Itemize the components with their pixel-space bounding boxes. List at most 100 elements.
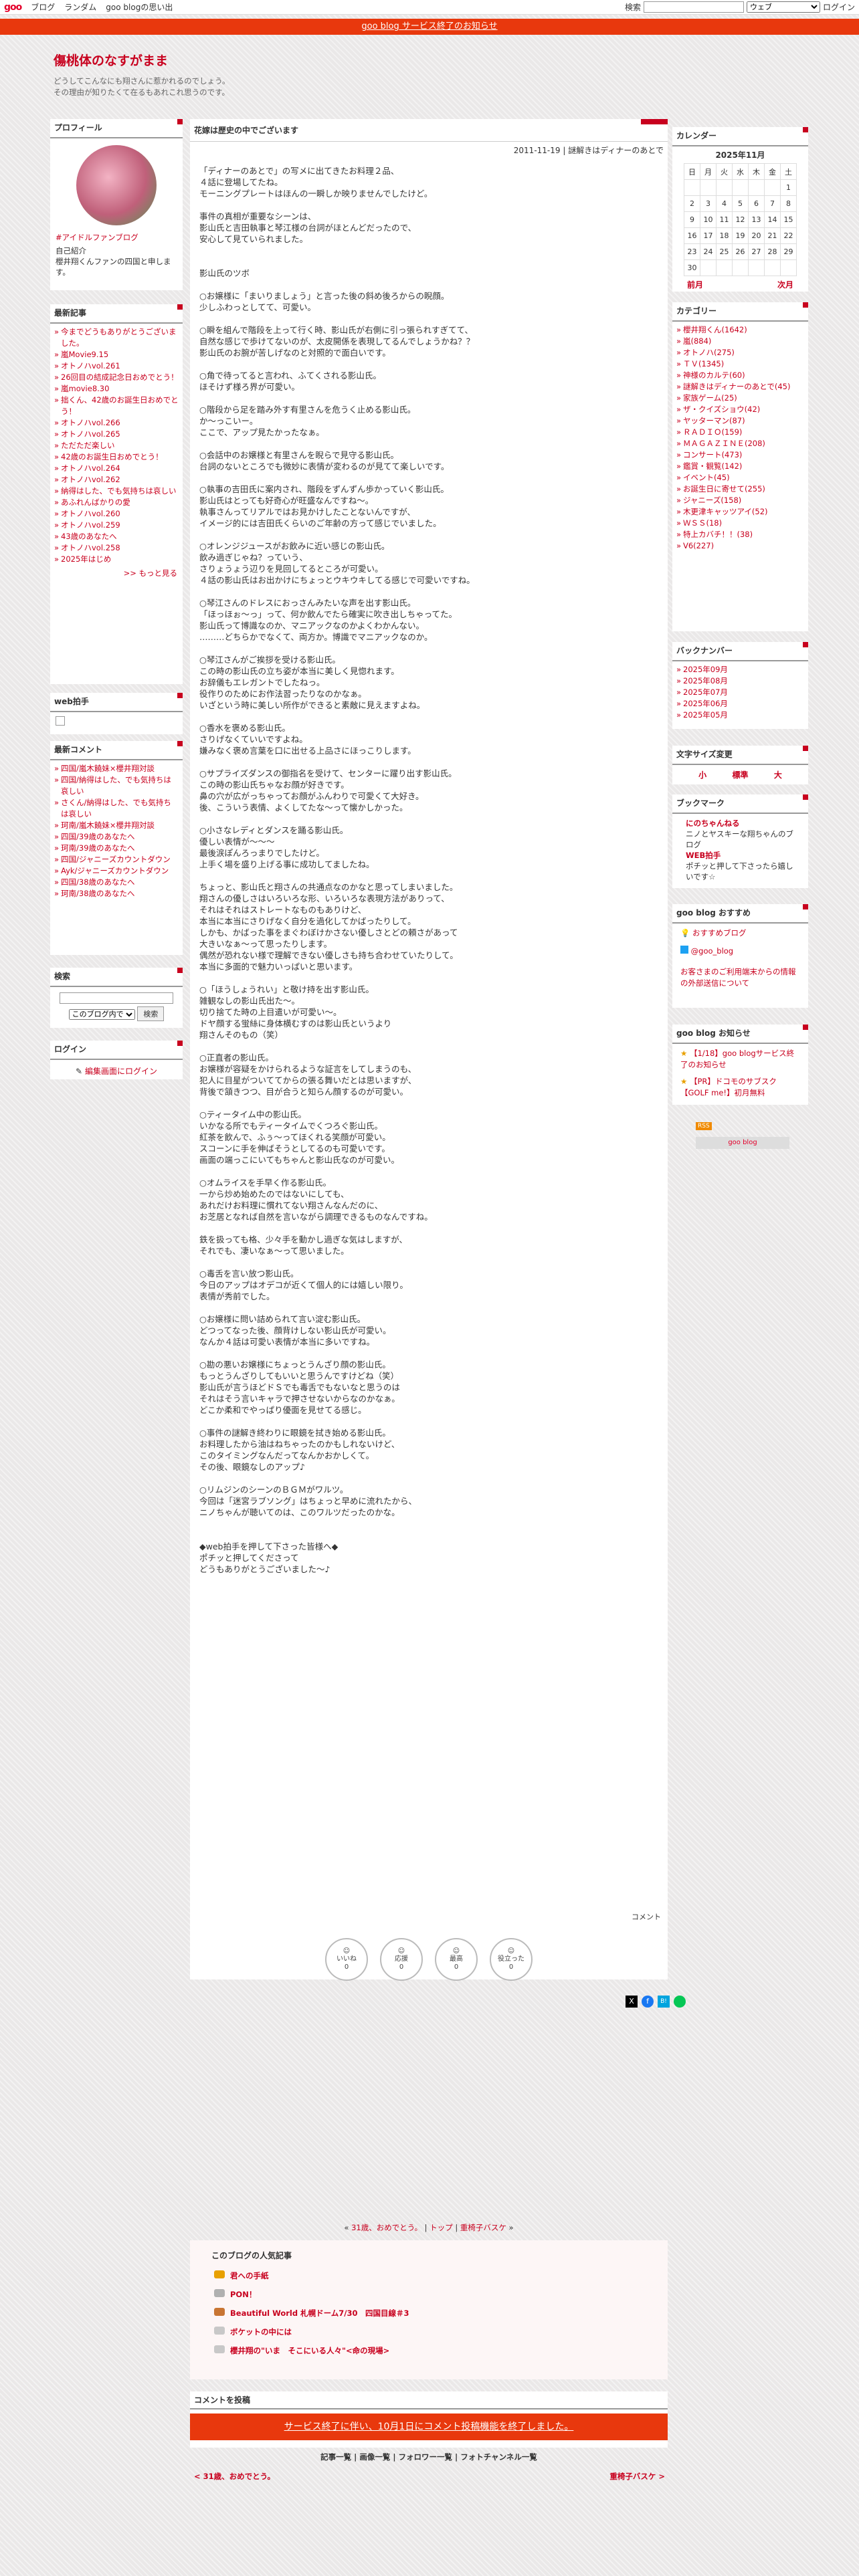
recent-link[interactable]: オトノハvol.261: [61, 361, 120, 370]
login-link[interactable]: ログイン: [823, 1, 855, 13]
comments-link[interactable]: 四国/39歳のあなたへ: [61, 832, 135, 841]
blog-title[interactable]: 傷桃体のなすがまま: [54, 51, 656, 69]
recent-link[interactable]: オトノハvol.260: [61, 509, 120, 518]
comments-link[interactable]: 四国/嵐木饒妹×櫻井翔対談: [61, 764, 155, 773]
categories-item[interactable]: 嵐(884): [676, 336, 804, 347]
popular-item[interactable]: ボケットの中には: [214, 2323, 644, 2341]
categories-link[interactable]: 謎解きはディナーのあとで(45): [683, 382, 790, 391]
comments-item[interactable]: 四国/嵐木饒妹×櫻井翔対談: [54, 763, 179, 774]
post-nav-prev[interactable]: 31歳、おめでとう。: [351, 2223, 422, 2232]
font-large-button[interactable]: 大: [774, 769, 782, 780]
recent-item[interactable]: 2025年はじめ: [54, 554, 179, 565]
rss-icon[interactable]: RSS: [696, 1122, 712, 1130]
recent-item[interactable]: オトノハvol.261: [54, 360, 179, 372]
categories-link[interactable]: 鑑賞・観覧(142): [683, 461, 742, 471]
search-scope-select[interactable]: ウェブ: [746, 1, 820, 13]
bookmark-1-link[interactable]: にのちゃんねる: [686, 819, 740, 828]
categories-item[interactable]: V6(227): [676, 540, 804, 552]
categories-item[interactable]: 木更津キャッツアイ(52): [676, 506, 804, 518]
categories-link[interactable]: 家族ゲーム(25): [683, 393, 737, 403]
blog-search-scope[interactable]: このブログ内で: [68, 1009, 135, 1020]
comments-item[interactable]: 四国/38歳のあなたへ: [54, 877, 179, 888]
comments-link[interactable]: 珂南/嵐木饒妹×櫻井翔対談: [61, 821, 155, 830]
popular-link[interactable]: Beautiful World 札幌ドーム7/30 四国目線＃3: [230, 2309, 409, 2318]
line-share-icon[interactable]: [674, 1996, 686, 2008]
categories-link[interactable]: ＭＡＧＡＺＩＮＥ(208): [683, 439, 765, 448]
popular-item[interactable]: Beautiful World 札幌ドーム7/30 四国目線＃3: [214, 2304, 644, 2323]
popular-item[interactable]: 櫻井翔の"いま そこにいる人々"<命の現場>: [214, 2341, 644, 2360]
popular-link[interactable]: 君への手紙: [230, 2271, 269, 2280]
backnumber-link[interactable]: 2025年05月: [683, 710, 728, 720]
recent-item[interactable]: ただただ楽しい: [54, 440, 179, 451]
info-link-1[interactable]: 【1/18】goo blogサービス終了のお知らせ: [680, 1049, 794, 1069]
recent-link[interactable]: ただただ楽しい: [61, 441, 115, 450]
recent-item[interactable]: オトノハvol.264: [54, 463, 179, 474]
comments-link[interactable]: 四国/38歳のあなたへ: [61, 877, 135, 887]
recent-item[interactable]: 嵐movie8.30: [54, 383, 179, 395]
recent-link[interactable]: オトノハvol.258: [61, 543, 120, 552]
reaction-button[interactable]: ☺ 役立った 0: [490, 1938, 533, 1981]
search-input[interactable]: [643, 1, 744, 13]
blog-search-input[interactable]: [60, 992, 173, 1004]
recent-link[interactable]: オトノハvol.262: [61, 475, 120, 484]
bottom-next-link[interactable]: 重椅子バスケ >: [609, 2472, 665, 2481]
categories-item[interactable]: ヤッターマン(87): [676, 415, 804, 427]
categories-link[interactable]: ヤッターマン(87): [683, 416, 745, 425]
categories-item[interactable]: 櫻井翔くん(1642): [676, 324, 804, 336]
categories-link[interactable]: 櫻井翔くん(1642): [683, 325, 747, 334]
comments-item[interactable]: Ayk/ジャニーズカウントダウン: [54, 865, 179, 877]
reaction-button[interactable]: ☺ いいね 0: [325, 1938, 368, 1981]
categories-link[interactable]: ザ・クイズショウ(42): [683, 405, 760, 414]
popular-item[interactable]: PON！: [214, 2285, 644, 2304]
categories-item[interactable]: 神様のカルテ(60): [676, 370, 804, 381]
categories-link[interactable]: ＷＳＳ(18): [683, 518, 722, 528]
backnumber-link[interactable]: 2025年08月: [683, 676, 728, 685]
categories-link[interactable]: 神様のカルテ(60): [683, 370, 745, 380]
recent-link[interactable]: あふれんばかりの愛: [61, 498, 130, 507]
categories-item[interactable]: ザ・クイズショウ(42): [676, 404, 804, 415]
comments-item[interactable]: 珂南/38歳のあなたへ: [54, 888, 179, 899]
goo-logo[interactable]: goo: [4, 2, 22, 13]
recent-item[interactable]: オトノハvol.260: [54, 508, 179, 520]
more-link[interactable]: >> もっと見る: [50, 568, 183, 578]
categories-item[interactable]: ＲＡＤＩＯ(159): [676, 427, 804, 438]
comments-item[interactable]: さくん/納得はした、でも気持ちは哀しい: [54, 797, 179, 820]
recent-item[interactable]: 嵐Movie9.15: [54, 349, 179, 360]
recent-link[interactable]: 43歳のあなたへ: [61, 532, 117, 541]
recent-item[interactable]: 今までどうもありがとうございました。: [54, 326, 179, 349]
categories-link[interactable]: 木更津キャッツアイ(52): [683, 507, 768, 516]
recent-link[interactable]: 納得はした、でも気持ちは哀しい: [61, 486, 177, 496]
backnumber-item[interactable]: 2025年07月: [676, 687, 804, 698]
post-nav-top[interactable]: トップ: [430, 2223, 453, 2232]
categories-link[interactable]: お誕生日に寄せて(255): [683, 484, 765, 494]
post-meta-link[interactable]: 2011-11-19 | 謎解きはディナーのあとで: [514, 146, 664, 155]
categories-item[interactable]: 特上カバチ！！(38): [676, 529, 804, 540]
recent-item[interactable]: オトノハvol.258: [54, 542, 179, 554]
recent-item[interactable]: 43歳のあなたへ: [54, 531, 179, 542]
categories-item[interactable]: 謎解きはディナーのあとで(45): [676, 381, 804, 393]
recent-item[interactable]: 42歳のお誕生日おめでとう！: [54, 451, 179, 463]
privacy-link[interactable]: お客さまのご利用端末からの情報の外部送信について: [680, 967, 796, 988]
notice-link[interactable]: goo blog サービス終了のお知らせ: [361, 21, 497, 31]
categories-item[interactable]: ＷＳＳ(18): [676, 518, 804, 529]
comment-closed-link[interactable]: サービス終了に伴い、10月1日にコメント投稿機能を終了しました。: [284, 2422, 574, 2432]
comments-link[interactable]: 四国/納得はした、でも気持ちは哀しい: [61, 775, 171, 796]
categories-item[interactable]: 家族ゲーム(25): [676, 393, 804, 404]
bookmark-2-link[interactable]: WEB拍手: [686, 851, 721, 860]
recent-item[interactable]: オトノハvol.262: [54, 474, 179, 486]
font-mid-button[interactable]: 標準: [732, 769, 748, 780]
post-nav-next[interactable]: 重椅子バスケ: [460, 2223, 506, 2232]
categories-link[interactable]: コンサート(473): [683, 450, 742, 459]
comments-link[interactable]: 珂南/39歳のあなたへ: [61, 843, 135, 853]
goo-twitter-link[interactable]: @goo_blog: [691, 946, 733, 956]
comments-item[interactable]: 珂南/39歳のあなたへ: [54, 843, 179, 854]
reaction-button[interactable]: ☺ 応援 0: [380, 1938, 423, 1981]
recent-link[interactable]: オトノハvol.259: [61, 520, 120, 530]
comments-link[interactable]: Ayk/ジャニーズカウントダウン: [61, 866, 169, 875]
comments-item[interactable]: 四国/納得はした、でも気持ちは哀しい: [54, 774, 179, 797]
recent-link[interactable]: オトノハvol.264: [61, 463, 120, 473]
popular-link[interactable]: 櫻井翔の"いま そこにいる人々"<命の現場>: [230, 2346, 389, 2355]
reaction-button[interactable]: ☺ 最高 0: [435, 1938, 478, 1981]
calendar-next[interactable]: 次月: [777, 279, 793, 290]
font-small-button[interactable]: 小: [698, 769, 706, 780]
